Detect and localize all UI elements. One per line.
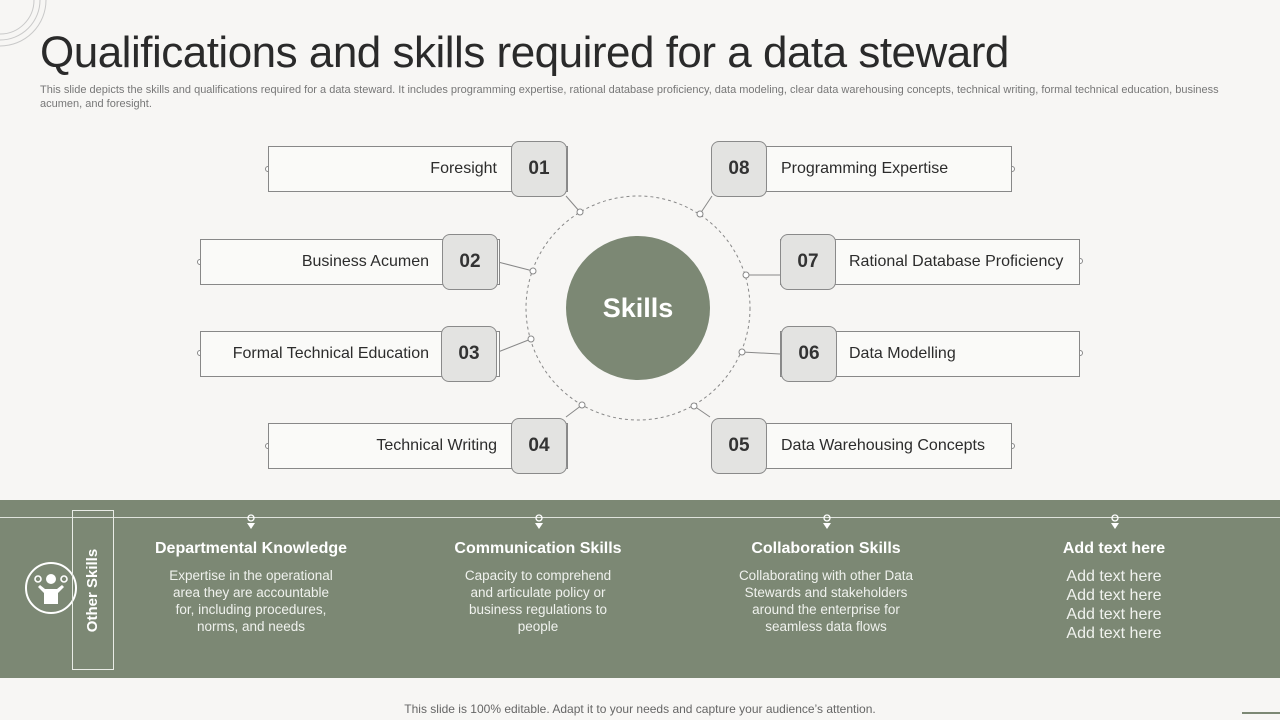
band-divider-line [0,517,1280,518]
person-with-gears-icon [25,562,77,614]
skill-label: Business Acumen [301,253,429,270]
other-skill-text: Expertise in the operational area they a… [169,568,333,634]
skills-center-circle: Skills [566,236,710,380]
pin-marker-icon [1111,514,1119,529]
skill-label: Technical Writing [376,437,497,454]
skill-label: Data Warehousing Concepts [781,437,985,454]
skill-number-06: 06 [781,326,837,382]
pin-marker-icon [823,514,831,529]
skill-number-07: 07 [780,234,836,290]
skill-label: Formal Technical Education [232,345,429,362]
other-skills-band: Other Skills Departmental Knowledge Expe… [0,500,1280,678]
skill-number-04: 04 [511,418,567,474]
placeholder-line: Add text here [1066,606,1162,623]
other-skills-tab: Other Skills [72,510,114,670]
other-skills-label: Other Skills [84,548,102,632]
placeholder-line: Add text here [1066,587,1162,604]
other-skill-text: Capacity to comprehend and articulate po… [464,568,612,634]
skill-label: Programming Expertise [781,160,949,177]
skill-number-05: 05 [711,418,767,474]
other-skill-title: Collaboration Skills [751,540,901,557]
skill-label: Rational Database Proficiency [849,253,1064,270]
skill-number-01: 01 [511,141,567,197]
skill-number-08: 08 [711,141,767,197]
placeholder-line: Add text here [1066,568,1162,585]
other-skill-departmental-knowledge: Departmental Knowledge Expertise in the … [126,540,376,635]
footer-accent-bar [1242,712,1280,714]
other-skill-text: Collaborating with other Data Stewards a… [738,568,914,634]
other-skill-collaboration: Collaboration Skills Collaborating with … [701,540,951,635]
other-skill-title: Add text here [1062,540,1166,557]
skill-number-02: 02 [442,234,498,290]
pin-marker-icon [247,514,255,529]
skill-label: Foresight [430,160,497,177]
skill-label: Data Modelling [849,345,956,362]
pin-marker-icon [535,514,543,529]
other-skill-communication: Communication Skills Capacity to compreh… [413,540,663,635]
other-skill-title: Communication Skills [454,540,622,557]
footer-note: This slide is 100% editable. Adapt it to… [404,702,876,716]
skill-number-03: 03 [441,326,497,382]
other-skill-title: Departmental Knowledge [154,540,348,557]
placeholder-line: Add text here [1066,625,1162,642]
other-skill-placeholder: Add text here Add text here Add text her… [989,540,1239,643]
center-label: Skills [602,292,674,323]
